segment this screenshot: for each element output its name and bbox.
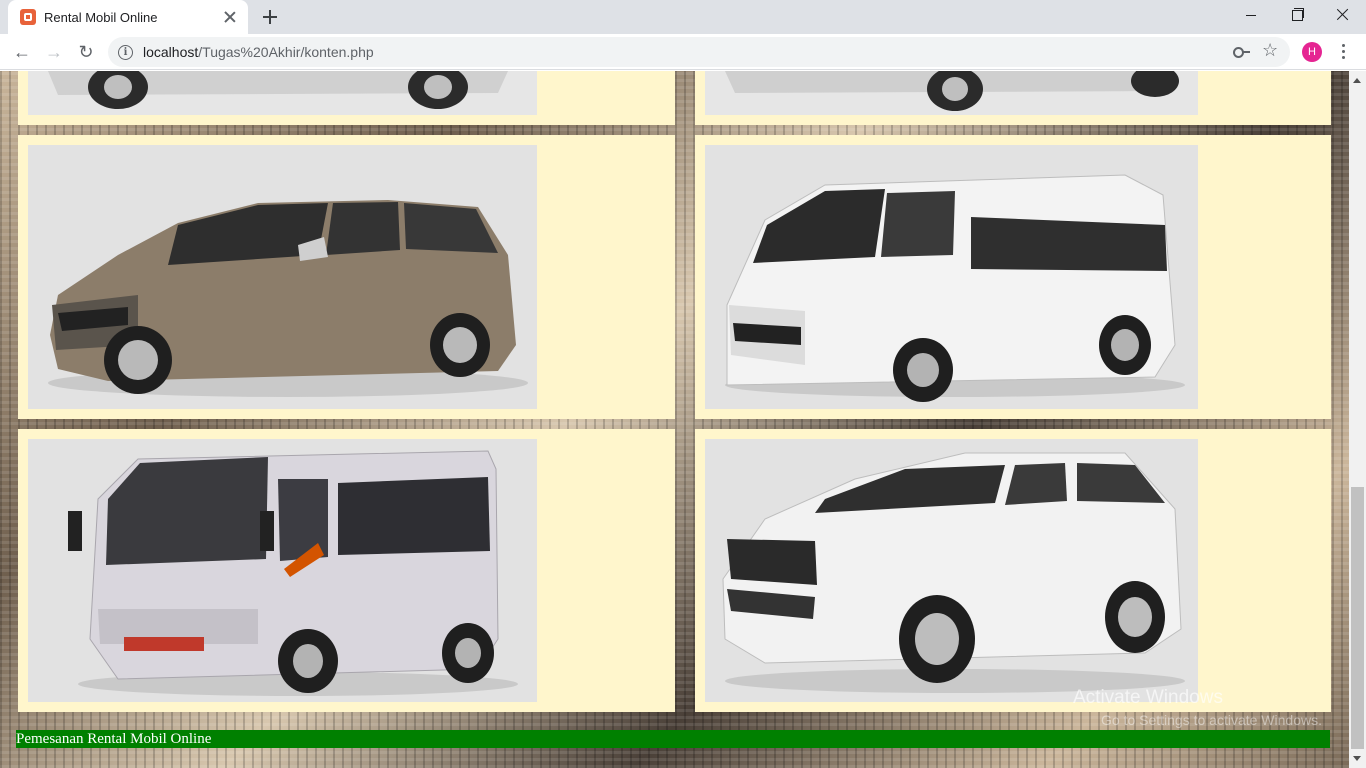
elf-photo[interactable] bbox=[28, 439, 537, 702]
browser-tab[interactable]: Rental Mobil Online bbox=[8, 0, 248, 34]
scroll-up-arrow-icon[interactable] bbox=[1353, 78, 1361, 83]
back-arrow-icon[interactable]: ← bbox=[8, 38, 36, 66]
url-text: localhost/Tugas%20Akhir/konten.php bbox=[143, 44, 374, 60]
page-footer: Pemesanan Rental Mobil Online bbox=[16, 730, 1330, 748]
car-card bbox=[695, 429, 1331, 712]
scroll-down-arrow-icon[interactable] bbox=[1353, 756, 1361, 761]
page-viewport: Activate Windows Go to Settings to activ… bbox=[0, 71, 1349, 768]
page-scrollbar[interactable] bbox=[1349, 71, 1366, 768]
innova-photo[interactable] bbox=[28, 145, 537, 409]
browser-menu-icon[interactable] bbox=[1342, 44, 1346, 60]
hiace-photo[interactable] bbox=[705, 145, 1198, 409]
reload-icon[interactable]: ↻ bbox=[72, 38, 100, 66]
site-info-icon[interactable]: i bbox=[118, 44, 133, 60]
bookmark-star-icon[interactable]: ☆ bbox=[1262, 40, 1278, 61]
car-photo[interactable] bbox=[705, 71, 1198, 115]
key-icon[interactable] bbox=[1232, 43, 1250, 61]
forward-arrow-icon[interactable]: → bbox=[40, 38, 68, 66]
close-tab-icon[interactable] bbox=[222, 9, 238, 25]
car-card bbox=[695, 71, 1331, 125]
minibus-car-image bbox=[28, 439, 537, 702]
browser-tabstrip: Rental Mobil Online bbox=[0, 0, 1366, 34]
mpv-car-image bbox=[28, 145, 537, 409]
car-card bbox=[695, 135, 1331, 419]
restore-window-button[interactable] bbox=[1274, 0, 1320, 30]
url-path: /Tugas%20Akhir/konten.php bbox=[198, 44, 374, 60]
car-card bbox=[18, 429, 675, 712]
activate-windows-watermark: Activate Windows Go to Settings to activ… bbox=[1073, 687, 1322, 731]
suv-car-image bbox=[705, 439, 1198, 702]
minimize-window-button[interactable] bbox=[1228, 0, 1274, 30]
car-card bbox=[18, 71, 675, 125]
car-image bbox=[28, 71, 537, 115]
car-image bbox=[705, 71, 1198, 115]
van-car-image bbox=[705, 145, 1198, 409]
scrollbar-thumb[interactable] bbox=[1351, 487, 1364, 749]
address-bar[interactable]: i localhost/Tugas%20Akhir/konten.php bbox=[108, 37, 1290, 67]
car-photo[interactable] bbox=[28, 71, 537, 115]
site-favicon-icon bbox=[20, 9, 36, 25]
tab-title: Rental Mobil Online bbox=[44, 9, 158, 25]
close-window-button[interactable] bbox=[1320, 0, 1366, 30]
watermark-title: Activate Windows bbox=[1073, 687, 1223, 708]
car-card bbox=[18, 135, 675, 419]
watermark-subtitle: Go to Settings to activate Windows. bbox=[1101, 712, 1322, 728]
fortuner-photo[interactable] bbox=[705, 439, 1198, 702]
new-tab-icon[interactable] bbox=[258, 6, 282, 28]
browser-toolbar: ← → ↻ i localhost/Tugas%20Akhir/konten.p… bbox=[0, 34, 1366, 70]
url-host: localhost bbox=[143, 44, 199, 60]
profile-avatar[interactable]: H bbox=[1302, 42, 1322, 62]
